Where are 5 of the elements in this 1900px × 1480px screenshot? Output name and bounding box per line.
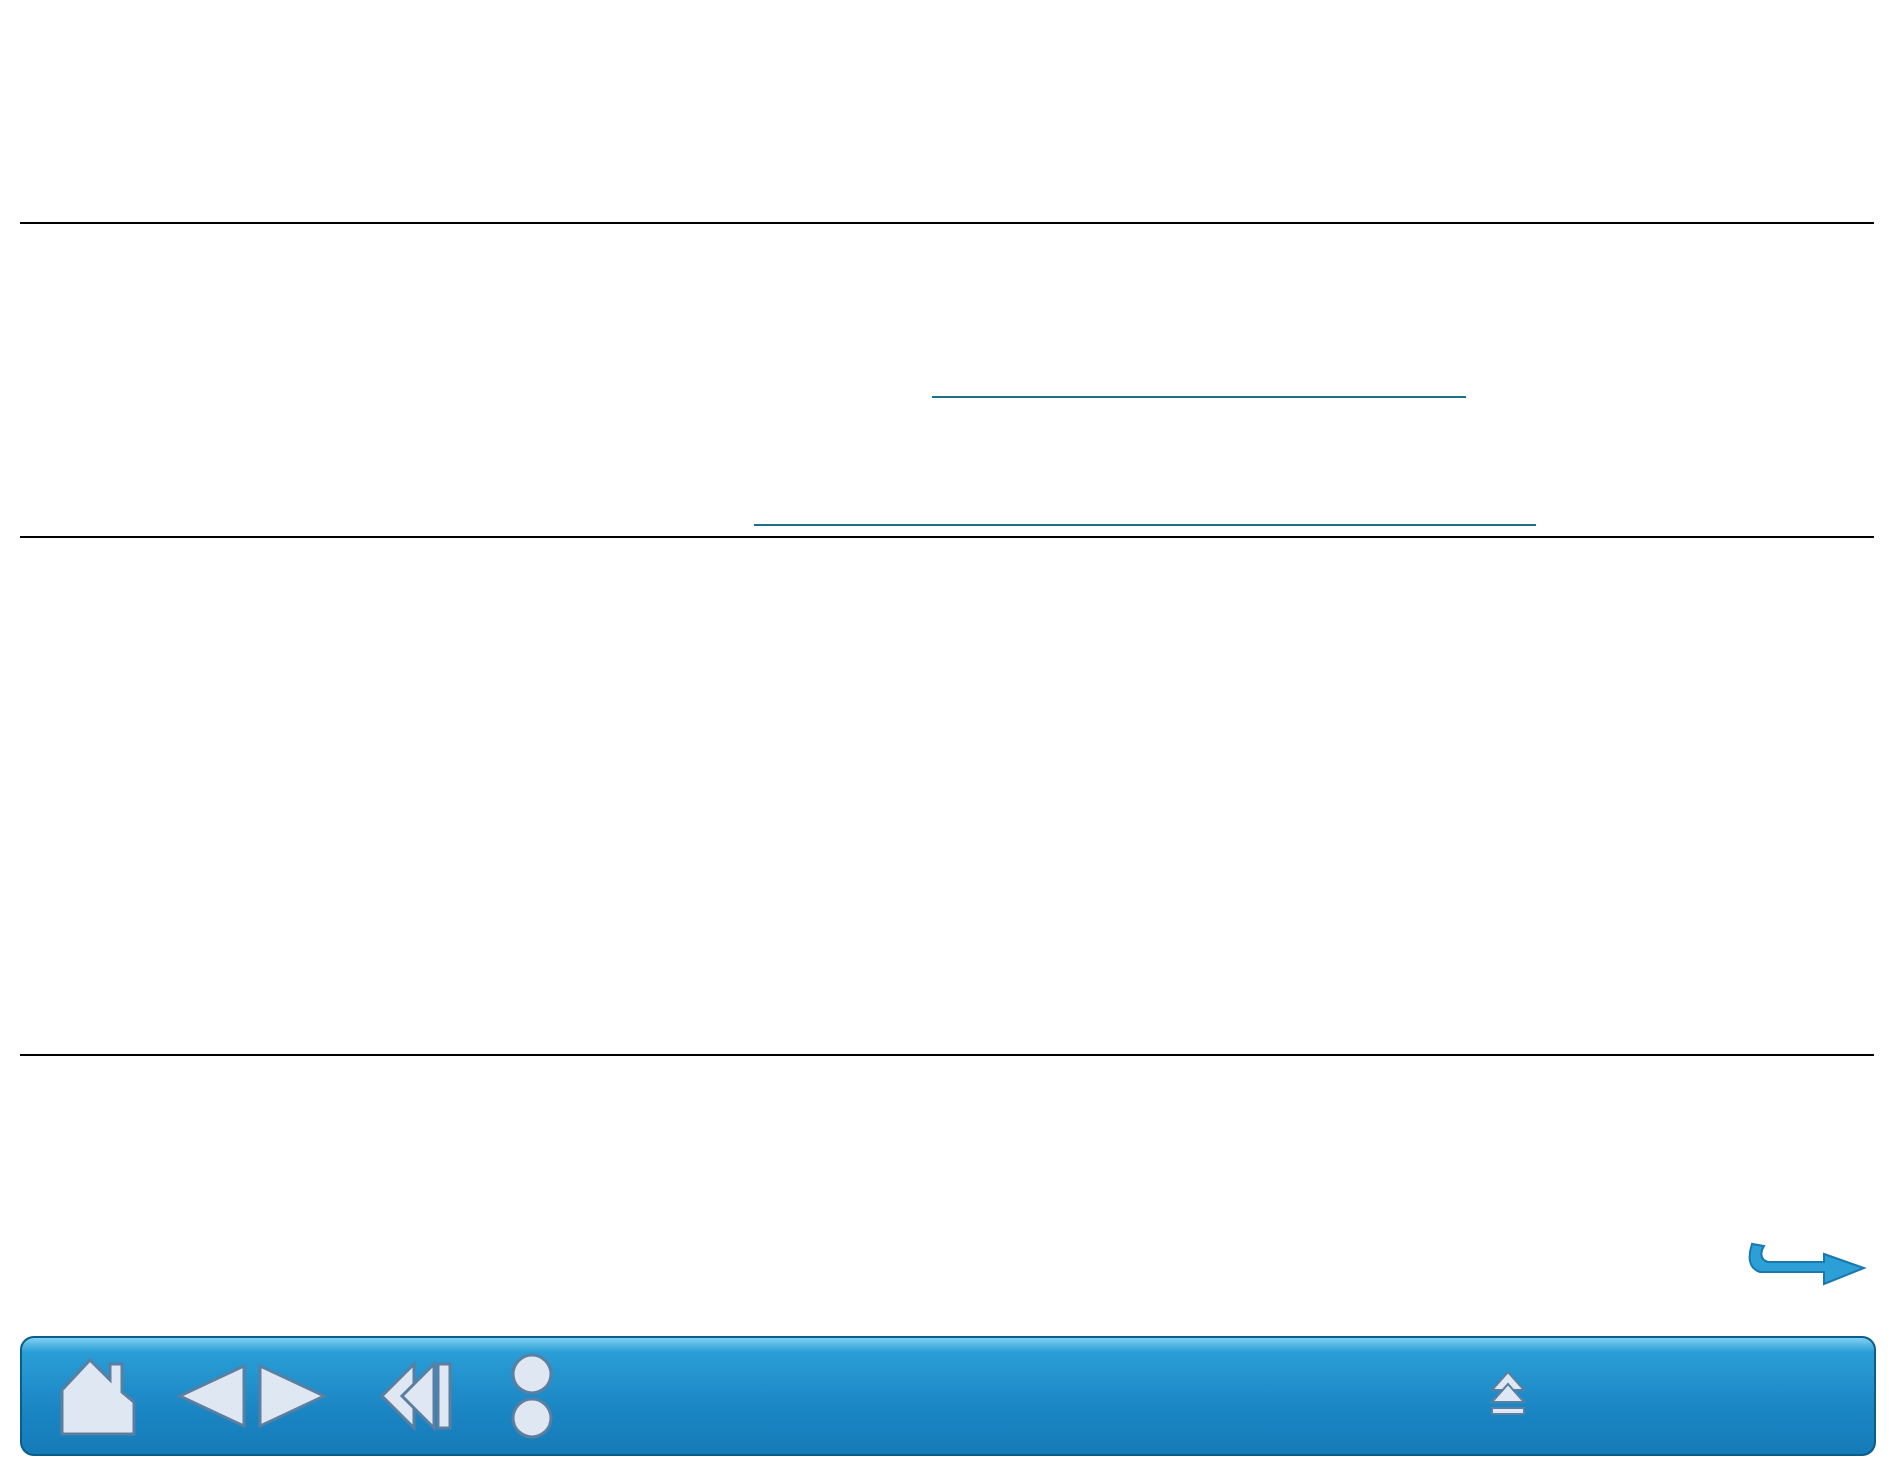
home-icon[interactable]	[58, 1354, 138, 1438]
right-triangle-icon[interactable]	[256, 1362, 328, 1430]
two-circles-icon[interactable]	[510, 1350, 554, 1442]
left-triangle-icon[interactable]	[176, 1362, 248, 1430]
rewind-icon[interactable]	[378, 1358, 454, 1434]
